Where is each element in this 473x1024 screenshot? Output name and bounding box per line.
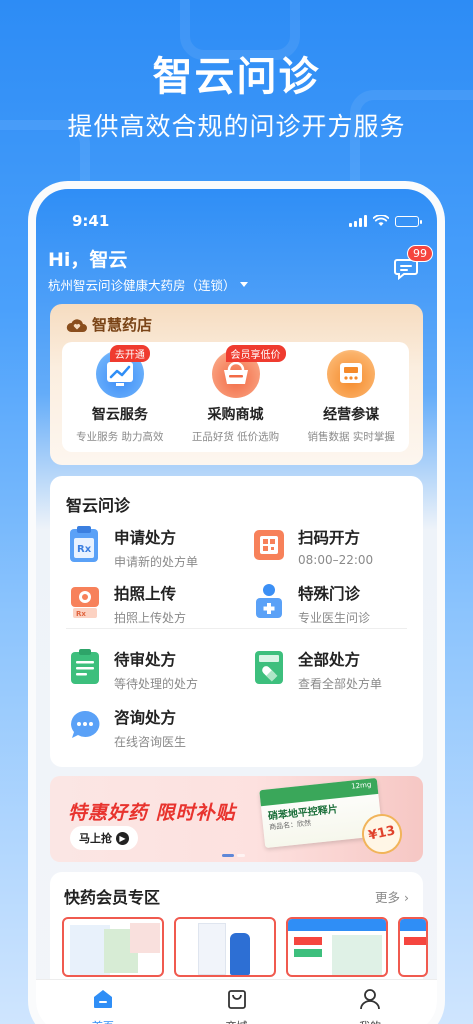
service-photo-upload[interactable]: Rx 拍照上传 拍照上传处方: [68, 582, 186, 626]
tab-mine[interactable]: 我的: [303, 980, 437, 1024]
service-name: 待审处方: [114, 651, 177, 669]
carousel-indicator: [222, 854, 245, 857]
status-bar: 9:41: [72, 211, 422, 231]
service-all-prescriptions[interactable]: 全部处方 查看全部处方单: [252, 648, 382, 692]
smart-item-business-advisor[interactable]: 经营参谋 销售数据 实时掌握: [293, 342, 409, 452]
tab-label: 首页: [36, 1018, 170, 1024]
smart-item-name: 经营参谋: [323, 407, 380, 423]
tab-home[interactable]: 首页: [36, 980, 170, 1024]
smart-item-name: 智云服务: [91, 407, 148, 423]
clipboard-icon: [71, 649, 99, 684]
smart-item-desc: 专业服务 助力高效: [76, 431, 164, 443]
zhiyun-consult-card: 智云问诊 Rx 申请处方 申请新的处方单 扫码开方 08:00–22:00 Rx…: [50, 476, 423, 767]
smart-item-zhiyun-service[interactable]: 去开通 智云服务 专业服务 助力高效: [62, 342, 178, 452]
member-product[interactable]: [286, 917, 388, 977]
more-link[interactable]: 更多 ›: [375, 887, 409, 906]
tab-bar: 首页 商城 我的: [36, 979, 437, 1024]
smart-item-name: 采购商城: [207, 407, 264, 423]
shopping-bag-icon: [227, 990, 246, 1009]
service-desc: 拍照上传处方: [114, 611, 187, 625]
battery-icon: [395, 215, 422, 227]
service-name: 拍照上传: [114, 585, 177, 603]
tab-label: 商城: [170, 1018, 304, 1024]
chevron-right-icon: ›: [404, 890, 409, 905]
service-pending-prescription[interactable]: 待审处方 等待处理的处方: [68, 648, 198, 692]
caret-down-icon: [239, 281, 248, 287]
more-label: 更多: [375, 890, 401, 905]
smart-item-purchase-mall[interactable]: 会员享低价 采购商城 正品好货 低价选购: [178, 342, 294, 452]
svg-text:Rx: Rx: [77, 544, 92, 555]
service-name: 特殊门诊: [298, 585, 361, 603]
svg-text:Rx: Rx: [76, 610, 86, 618]
smart-store-items: 去开通 智云服务 专业服务 助力高效 会员享低价 采购商城 正品好货 低价选购 …: [62, 342, 409, 452]
service-name: 全部处方: [298, 651, 361, 669]
smart-store-title: 智慧药店: [92, 316, 153, 334]
member-product[interactable]: [62, 917, 164, 977]
service-name: 咨询处方: [114, 709, 177, 727]
service-special-clinic[interactable]: 特殊门诊 专业医生问诊: [252, 582, 370, 626]
store-name: 杭州智云问诊健康大药房（连锁）: [48, 278, 236, 293]
message-badge: 99: [407, 245, 433, 262]
greeting: Hi，智云: [48, 249, 128, 271]
smart-store-card: 智慧药店 去开通 智云服务 专业服务 助力高效 会员享低价 采购商城 正品好货 …: [50, 304, 423, 465]
smart-item-tag: 去开通: [109, 345, 150, 362]
store-selector[interactable]: 杭州智云问诊健康大药房（连锁）: [48, 275, 248, 294]
tab-mall[interactable]: 商城: [170, 980, 304, 1024]
service-scan-prescription[interactable]: 扫码开方 08:00–22:00: [252, 526, 373, 567]
promo-banner[interactable]: 特惠好药 限时补贴 马上抢 ▶ 硝苯地平控释片 商品名：欣然 12mg ¥13: [50, 776, 423, 862]
phone-frame: 9:41 Hi，智云 杭州智云问诊健康大药房（连锁） 99 智慧药店 去开通 智…: [28, 181, 445, 1024]
signal-icon: [349, 215, 367, 227]
register-icon: [327, 350, 376, 398]
doctor-icon: [256, 584, 282, 618]
chat-bubble-icon: [71, 710, 100, 738]
divider: [66, 628, 407, 629]
message-button[interactable]: 99: [393, 245, 433, 281]
pill-box-icon: [255, 651, 283, 684]
service-desc: 08:00–22:00: [298, 553, 374, 567]
grab-now-button[interactable]: 马上抢 ▶: [70, 826, 138, 850]
service-desc: 申请新的处方单: [114, 555, 199, 569]
smart-item-desc: 正品好货 低价选购: [191, 431, 280, 443]
smart-item-desc: 销售数据 实时掌握: [307, 431, 395, 443]
qr-scan-icon: [254, 530, 284, 560]
service-apply-prescription[interactable]: Rx 申请处方 申请新的处方单: [68, 526, 198, 570]
service-consult-prescription[interactable]: 咨询处方 在线咨询医生: [68, 706, 186, 750]
member-product[interactable]: [398, 917, 428, 977]
banner-title: 特惠好药 限时补贴: [68, 802, 236, 824]
user-icon: [360, 989, 381, 1010]
member-product[interactable]: [174, 917, 276, 977]
grab-now-label: 马上抢: [79, 832, 112, 845]
member-products: [62, 917, 428, 977]
rx-document-icon: Rx: [70, 526, 98, 562]
arrow-right-icon: ▶: [116, 831, 129, 845]
service-name: 申请处方: [114, 529, 177, 547]
wifi-icon: [373, 215, 389, 226]
service-desc: 专业医生问诊: [298, 611, 371, 625]
service-name: 扫码开方: [298, 529, 361, 547]
service-desc: 在线咨询医生: [114, 735, 187, 749]
tab-label: 我的: [303, 1018, 437, 1024]
zhiyun-section-title: 智云问诊: [66, 496, 131, 515]
cloud-heart-icon: [66, 318, 87, 332]
app-screen: 9:41 Hi，智云 杭州智云问诊健康大药房（连锁） 99 智慧药店 去开通 智…: [36, 189, 437, 1024]
camera-rx-icon: Rx: [71, 587, 99, 618]
smart-item-tag: 会员享低价: [225, 345, 286, 362]
service-desc: 查看全部处方单: [298, 677, 383, 691]
service-desc: 等待处理的处方: [114, 677, 199, 691]
member-zone-title: 快药会员专区: [64, 888, 161, 907]
hero-title: 智云问诊: [152, 54, 321, 100]
home-icon: [93, 990, 112, 1008]
status-time: 9:41: [72, 212, 110, 230]
hero-subtitle: 提供高效合规的问诊开方服务: [67, 112, 406, 141]
smart-store-header: 智慧药店: [66, 314, 152, 335]
status-icons: [349, 215, 422, 227]
